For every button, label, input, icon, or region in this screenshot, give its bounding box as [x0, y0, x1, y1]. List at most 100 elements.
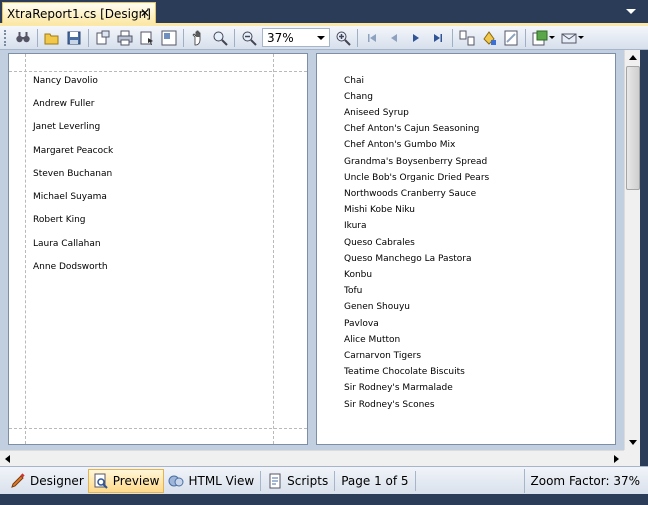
save-icon[interactable] — [64, 28, 84, 48]
product-name: Queso Manchego La Pastora — [344, 254, 472, 264]
toolbar-separator — [183, 28, 184, 47]
previous-page-icon[interactable] — [384, 28, 404, 48]
product-name: Carnarvon Tigers — [344, 351, 422, 361]
margin-guide — [25, 54, 26, 444]
export-icon[interactable] — [530, 28, 550, 48]
preview-toolbar: 37% — [0, 26, 648, 50]
magnifier-icon[interactable] — [210, 28, 230, 48]
scripts-tab-label: Scripts — [287, 473, 329, 488]
product-name: Chang — [344, 92, 373, 102]
product-name: Ikura — [344, 221, 367, 231]
email-icon[interactable] — [559, 28, 579, 48]
document-tab-title: XtraReport1.cs [Design] — [7, 6, 151, 21]
product-name: Chai — [344, 76, 365, 86]
export-dropdown-icon[interactable] — [549, 36, 555, 39]
statusbar-separator — [334, 470, 336, 491]
tab-menu-dropdown-icon[interactable] — [626, 9, 636, 14]
chevron-down-icon[interactable] — [317, 35, 325, 40]
product-name: Tofu — [344, 286, 363, 296]
employee-name: Laura Callahan — [33, 239, 101, 249]
document-tab-strip: XtraReport1.cs [Design] ✕ — [0, 0, 648, 24]
designer-tab[interactable]: Designer — [6, 469, 88, 493]
view-tab-bar: Designer Preview HTML View Scripts Page … — [0, 466, 648, 494]
employee-name: Anne Dodsworth — [33, 262, 108, 272]
vertical-scrollbar[interactable] — [624, 50, 640, 450]
report-page-2: Chai Chang Aniseed Syrup Chef Anton's Ca… — [316, 53, 616, 445]
window-frame-bottom — [0, 494, 648, 505]
statusbar-separator — [260, 470, 262, 491]
zoom-factor: Zoom Factor: 37% — [523, 468, 648, 493]
vertical-scroll-thumb[interactable] — [626, 66, 640, 190]
watermark-icon[interactable] — [501, 28, 521, 48]
scripts-icon — [269, 473, 281, 488]
product-name: Genen Shouyu — [344, 302, 410, 312]
scripts-tab[interactable]: Scripts — [263, 469, 332, 493]
horizontal-scrollbar[interactable] — [0, 450, 624, 466]
product-name: Sir Rodney's Marmalade — [344, 383, 453, 393]
employee-name: Janet Leverling — [33, 122, 101, 132]
quick-print-icon[interactable] — [137, 28, 157, 48]
background-color-icon[interactable] — [479, 28, 499, 48]
preview-icon — [94, 473, 108, 489]
search-icon[interactable] — [13, 28, 33, 48]
zoom-combobox[interactable]: 37% — [262, 28, 330, 47]
statusbar-separator — [414, 470, 416, 491]
product-name: Northwoods Cranberry Sauce — [344, 189, 477, 199]
toolbar-separator — [452, 28, 453, 47]
html-view-tab-label: HTML View — [188, 473, 255, 488]
print-icon[interactable] — [115, 28, 135, 48]
scroll-up-icon[interactable] — [629, 55, 637, 60]
html-view-icon — [168, 475, 184, 486]
product-name: Konbu — [344, 270, 373, 280]
page-info: Page 1 of 5 — [341, 473, 409, 488]
product-name: Uncle Bob's Organic Dried Pears — [344, 173, 490, 183]
toolbar-separator — [88, 28, 89, 47]
product-name: Aniseed Syrup — [344, 108, 409, 118]
product-name: Teatime Chocolate Biscuits — [344, 367, 465, 377]
email-dropdown-icon[interactable] — [578, 36, 584, 39]
margin-guide — [9, 428, 307, 429]
employee-name: Steven Buchanan — [33, 169, 113, 179]
html-view-tab[interactable]: HTML View — [164, 469, 258, 493]
toolbar-separator — [525, 28, 526, 47]
product-name: Mishi Kobe Niku — [344, 205, 415, 215]
last-page-icon[interactable] — [428, 28, 448, 48]
zoom-in-icon[interactable] — [333, 28, 353, 48]
scroll-right-icon[interactable] — [614, 455, 619, 463]
first-page-icon[interactable] — [362, 28, 382, 48]
zoom-value: 37% — [267, 30, 294, 45]
preview-area[interactable]: Nancy Davolio Andrew Fuller Janet Leverl… — [0, 50, 624, 450]
next-page-icon[interactable] — [406, 28, 426, 48]
hand-tool-icon[interactable] — [188, 28, 208, 48]
page-layout-icon[interactable] — [159, 28, 179, 48]
margin-guide — [9, 71, 307, 72]
employee-name: Nancy Davolio — [33, 76, 98, 86]
employee-name: Robert King — [33, 215, 86, 225]
toolbar-grip[interactable] — [4, 29, 8, 46]
close-icon[interactable]: ✕ — [140, 6, 150, 20]
employee-name: Michael Suyama — [33, 192, 107, 202]
margin-guide — [273, 54, 274, 444]
page-setup-icon[interactable] — [93, 28, 113, 48]
scroll-left-icon[interactable] — [5, 455, 10, 463]
designer-icon — [11, 472, 25, 488]
product-name: Chef Anton's Cajun Seasoning — [344, 124, 480, 134]
employee-name: Andrew Fuller — [33, 99, 95, 109]
preview-tab-label: Preview — [112, 473, 160, 488]
preview-tab[interactable]: Preview — [87, 468, 165, 493]
toolbar-separator — [234, 28, 235, 47]
product-name: Chef Anton's Gumbo Mix — [344, 140, 456, 150]
product-name: Pavlova — [344, 319, 379, 329]
multiple-pages-icon[interactable] — [457, 28, 477, 48]
product-name: Sir Rodney's Scones — [344, 400, 435, 410]
scroll-down-icon[interactable] — [629, 440, 637, 445]
product-name: Grandma's Boysenberry Spread — [344, 157, 488, 167]
product-name: Queso Cabrales — [344, 238, 415, 248]
zoom-out-icon[interactable] — [239, 28, 259, 48]
report-page-1: Nancy Davolio Andrew Fuller Janet Leverl… — [8, 53, 308, 445]
open-icon[interactable] — [42, 28, 62, 48]
window-frame-right — [640, 50, 648, 466]
document-tab[interactable]: XtraReport1.cs [Design] ✕ — [2, 2, 156, 24]
toolbar-separator — [357, 28, 358, 47]
product-name: Alice Mutton — [344, 335, 401, 345]
